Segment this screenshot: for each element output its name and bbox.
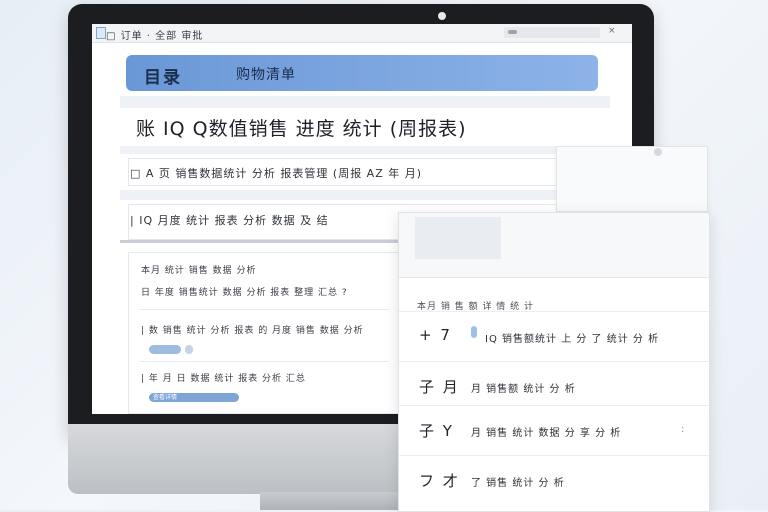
webcam [438,12,446,20]
divider [120,96,610,108]
row-symbol: 子 月 [419,378,460,396]
banner-title: 目录 [144,68,182,88]
row-symbol: フ 才 [419,472,460,490]
row-symbol: 子 Y [419,422,454,440]
panel-row[interactable]: 子 Y 月 销售 统计 数据 分 享 分 析 : [399,405,709,456]
window-titlebar: □ 订单 · 全部 审批 × [92,24,632,43]
divider [120,146,610,154]
close-icon[interactable]: × [608,26,618,38]
list-header: 本月 统计 销售 数据 分析 [141,266,257,276]
bullet-icon [471,326,477,338]
tag-chip [185,345,193,354]
row-text: 月 销售 统计 数据 分 享 分 析 [471,428,622,439]
monitor-stand [260,492,410,510]
panel-tab[interactable] [415,217,501,259]
list-item[interactable]: | 年 月 日 数据 统计 报表 分析 汇总 [141,371,306,384]
panel-header [399,213,709,278]
list-item[interactable]: | 数 销售 统计 分析 报表 的 月度 销售 数据 分析 [141,323,364,336]
app-icon [96,27,106,39]
dot-icon [654,148,662,156]
address-bar[interactable] [504,27,600,38]
separator [139,309,389,310]
list-item[interactable]: 日 年度 销售统计 数据 分析 报表 整理 汇总 ? [141,285,348,298]
panel-row[interactable]: フ 才 了 销售 统计 分 析 [399,455,709,506]
row-text: 月 销售额 统计 分 析 [471,384,576,395]
page-banner: 目录 购物清单 [126,55,598,91]
details-chip[interactable]: 查看详情 [149,393,239,402]
separator [139,361,389,362]
row-symbol: + 7 [419,326,452,344]
row-text: □ A 页 销售数据统计 分析 报表管理 (周报 AZ 年 月) [130,167,423,180]
minimize-icon[interactable] [508,30,517,34]
banner-subtitle: 购物清单 [236,67,296,83]
window-title: □ 订单 · 全部 审批 [106,31,204,42]
page-title: 账 IQ Q数值销售 进度 统计 (周报表) [136,118,467,140]
more-icon[interactable]: : [681,424,684,435]
summary-list: 本月 统计 销售 数据 分析 日 年度 销售统计 数据 分析 报表 整理 汇总 … [128,252,400,414]
tag-chip [149,345,181,354]
panel-row[interactable]: + 7 IQ 销售额统计 上 分 了 统计 分 析 [399,311,709,362]
detail-panel: 本月 销 售 额 详 情 统 计 + 7 IQ 销售额统计 上 分 了 统计 分… [398,212,710,512]
divider [120,190,610,200]
row-text: | IQ 月度 统计 报表 分析 数据 及 结 [130,214,329,227]
row-text: 了 销售 统计 分 析 [471,478,565,489]
row-text: IQ 销售额统计 上 分 了 统计 分 析 [485,334,660,345]
back-panel [556,146,708,212]
